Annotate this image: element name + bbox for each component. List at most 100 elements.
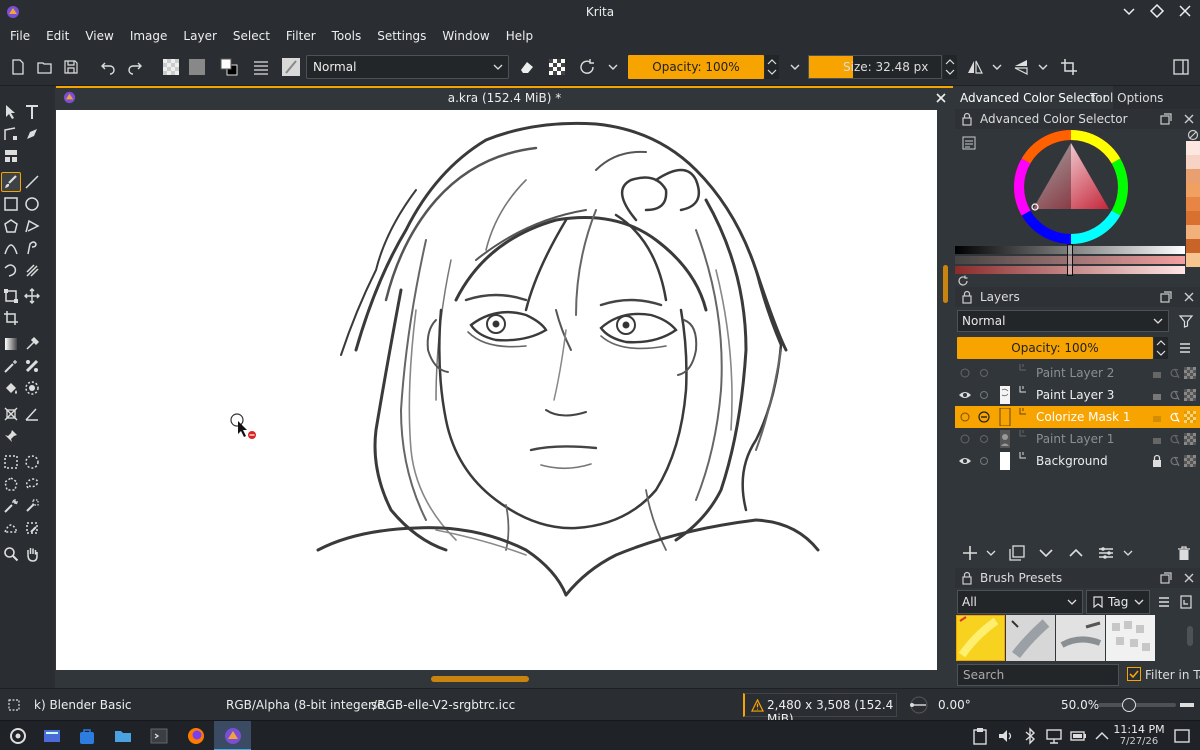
color-wheel-triangle[interactable]	[1013, 129, 1129, 245]
chevron-down-icon[interactable]	[985, 547, 997, 559]
alpha-inherit-icon[interactable]	[1167, 432, 1181, 446]
opacity-spinner[interactable]	[765, 55, 779, 79]
brush-preset-thumbnail[interactable]	[956, 615, 1005, 661]
zoom-slider[interactable]	[1098, 698, 1176, 712]
edit-brush-settings-button[interactable]	[250, 56, 272, 78]
image-size-box[interactable]: 2,480 x 3,508 (152.4 MiB)	[743, 693, 897, 726]
magnetic-selection-tool[interactable]	[22, 518, 42, 538]
taskbar-active-item[interactable]	[214, 721, 251, 750]
rectangular-selection-tool[interactable]	[1, 452, 21, 472]
colorize-edit-icon[interactable]	[977, 410, 991, 424]
tray-bluetooth[interactable]	[1020, 726, 1036, 746]
hamburger-menu-icon[interactable]	[1178, 341, 1192, 355]
brush-preset-thumbnail[interactable]	[1056, 615, 1105, 661]
application-launcher[interactable]	[8, 726, 28, 746]
move-layer-up-icon[interactable]	[1067, 544, 1085, 562]
menu-layer[interactable]: Layer	[175, 24, 224, 48]
lock-icon[interactable]	[1150, 366, 1164, 380]
smart-patch-tool[interactable]	[1, 356, 21, 376]
brush-search-input[interactable]: Search	[957, 664, 1119, 686]
brush-preset-thumbnail[interactable]	[1006, 615, 1055, 661]
menu-edit[interactable]: Edit	[38, 24, 77, 48]
polygon-tool[interactable]	[1, 216, 21, 236]
mirror-horizontal-button[interactable]	[964, 56, 986, 78]
menu-select[interactable]: Select	[225, 24, 278, 48]
toggle-dockers-button[interactable]	[1170, 56, 1192, 78]
line-tool[interactable]	[22, 172, 42, 192]
filter-icon[interactable]	[1178, 313, 1194, 329]
alpha-lock-icon[interactable]	[1183, 432, 1197, 446]
eye-icon[interactable]	[958, 454, 972, 468]
rotation-icon[interactable]	[908, 695, 930, 715]
select-shapes-tool[interactable]	[1, 102, 21, 122]
more-options-button[interactable]	[602, 56, 624, 78]
close-document-icon[interactable]	[935, 92, 947, 104]
preserve-alpha-button[interactable]	[546, 56, 568, 78]
similar-color-selection-tool[interactable]	[22, 496, 42, 516]
bezier-selection-tool[interactable]	[1, 518, 21, 538]
mirror-h-options-button[interactable]	[986, 56, 1008, 78]
wrap-around-button[interactable]	[1058, 56, 1080, 78]
import-icon[interactable]	[1179, 595, 1193, 609]
alpha-inherit-icon[interactable]	[1167, 410, 1181, 424]
restore-icon[interactable]	[1148, 2, 1166, 20]
colorize-mask-tool[interactable]	[22, 356, 42, 376]
chevron-down-icon[interactable]	[1122, 547, 1134, 559]
add-layer-icon[interactable]	[961, 544, 979, 562]
layer-row[interactable]: Paint Layer 2	[955, 362, 1200, 384]
redo-button[interactable]	[124, 56, 146, 78]
tray-volume[interactable]	[996, 726, 1012, 746]
eye-icon[interactable]	[958, 388, 972, 402]
new-document-button[interactable]	[7, 56, 29, 78]
lock-icon[interactable]	[1150, 454, 1164, 468]
open-document-button[interactable]	[34, 56, 56, 78]
measure-tool[interactable]	[22, 404, 42, 424]
settings-list-icon[interactable]	[962, 136, 976, 150]
mirror-v-options-button[interactable]	[1032, 56, 1054, 78]
horizontal-scrollbar[interactable]	[56, 670, 937, 688]
polygonal-selection-tool[interactable]	[1, 474, 21, 494]
eraser-mode-button[interactable]	[516, 56, 538, 78]
gradient-tool[interactable]	[1, 334, 21, 354]
rectangle-tool[interactable]	[1, 194, 21, 214]
taskbar-system-settings[interactable]	[42, 726, 62, 746]
visibility-off-icon[interactable]	[958, 432, 972, 446]
horizontal-scroll-thumb[interactable]	[431, 676, 529, 682]
alpha-lock-icon[interactable]	[1183, 388, 1197, 402]
mirror-vertical-button[interactable]	[1010, 56, 1032, 78]
size-spinner[interactable]	[943, 55, 957, 79]
reference-images-tool[interactable]	[1, 146, 21, 166]
freehand-brush-tool[interactable]	[1, 172, 21, 192]
tray-network[interactable]	[1044, 726, 1062, 746]
menu-help[interactable]: Help	[498, 24, 541, 48]
float-docker-icon[interactable]	[1159, 290, 1173, 304]
visibility-off-icon[interactable]	[958, 410, 972, 424]
drawing-canvas[interactable]	[56, 110, 937, 670]
float-docker-icon[interactable]	[1159, 571, 1173, 585]
assistant-tool[interactable]	[1, 404, 21, 424]
document-tab[interactable]: a.kra (152.4 MiB) *	[56, 86, 953, 110]
taskbar-terminal[interactable]	[149, 726, 169, 746]
layer-blend-mode-select[interactable]: Normal	[957, 310, 1169, 332]
menu-settings[interactable]: Settings	[369, 24, 434, 48]
edit-shapes-tool[interactable]	[1, 124, 21, 144]
reload-preset-button[interactable]	[576, 56, 598, 78]
contiguous-selection-tool[interactable]	[1, 496, 21, 516]
tray-clipboard[interactable]	[970, 726, 987, 746]
zoom-slider-handle[interactable]	[1122, 698, 1136, 712]
onion-skin-icon[interactable]	[977, 366, 991, 380]
menu-tools[interactable]: Tools	[324, 24, 370, 48]
freehand-selection-tool[interactable]	[22, 474, 42, 494]
crop-tool[interactable]	[1, 308, 21, 328]
onion-skin-icon[interactable]	[977, 454, 991, 468]
taskbar-firefox[interactable]	[186, 726, 206, 746]
list-view-icon[interactable]	[1157, 595, 1171, 609]
layer-opacity-spinner[interactable]	[1154, 337, 1168, 359]
color-sampler-tool[interactable]	[22, 334, 42, 354]
text-tool[interactable]	[22, 102, 42, 122]
bezier-curve-tool[interactable]	[1, 238, 21, 258]
onion-skin-icon[interactable]	[977, 388, 991, 402]
lock-icon[interactable]	[1150, 388, 1164, 402]
lock-icon[interactable]	[1150, 432, 1164, 446]
lock-icon[interactable]	[960, 112, 974, 126]
